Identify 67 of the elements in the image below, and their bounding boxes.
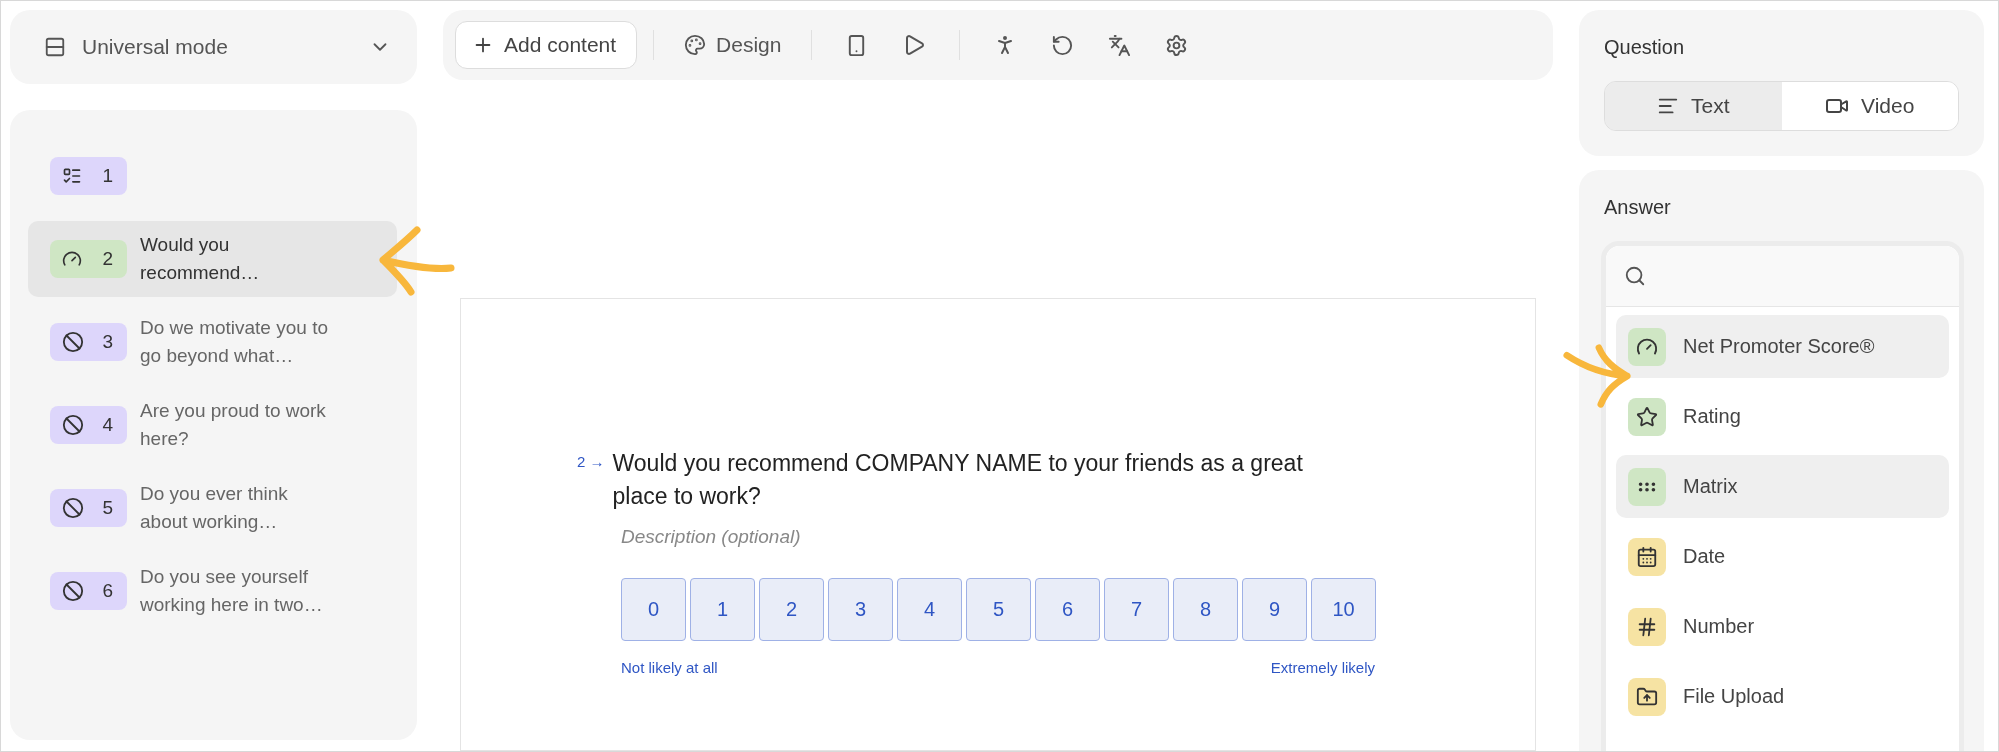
mode-select[interactable]: Universal mode xyxy=(10,10,417,84)
description-field[interactable]: Description (optional) xyxy=(621,525,1021,548)
question-item[interactable]: 4 Are you proud to work here? xyxy=(28,387,397,463)
question-number: 5 xyxy=(102,496,113,521)
type-label: Net Promoter Score® xyxy=(1683,335,1875,358)
type-tab[interactable]: Video xyxy=(1781,82,1958,130)
settings-icon xyxy=(1165,33,1189,57)
question-item[interactable]: 5 Do you ever think about working… xyxy=(28,470,397,546)
score-button[interactable]: 10 xyxy=(1311,577,1376,641)
design-button[interactable]: Design xyxy=(670,27,796,64)
palette-icon xyxy=(684,34,707,57)
high-label: Extremely likely xyxy=(1270,658,1375,676)
answer-type-item[interactable]: Matrix xyxy=(1616,455,1949,518)
type-label: Date xyxy=(1683,545,1726,568)
score-button[interactable]: 6 xyxy=(1035,577,1100,641)
question-number: 3 xyxy=(102,330,113,355)
hash-icon xyxy=(1636,615,1658,638)
rotate-icon xyxy=(1051,33,1075,57)
score-button[interactable]: 2 xyxy=(759,577,824,641)
type-label: Matrix xyxy=(1683,475,1738,498)
score-button[interactable]: 5 xyxy=(966,577,1031,641)
question-title: Would you recommend COMPANY NAME to your friends as a great place to work? xyxy=(612,449,1304,512)
mode-label: Universal mode xyxy=(82,35,229,59)
rows-icon xyxy=(44,36,66,58)
question-title: Do you see yourself working here in two… xyxy=(140,565,324,617)
type-label: Rating xyxy=(1683,405,1741,428)
question-title: Do we motivate you to go beyond what… xyxy=(140,316,328,368)
slashed-circle-icon xyxy=(62,331,84,353)
score-button[interactable]: 1 xyxy=(690,577,755,641)
search-field[interactable] xyxy=(1606,246,1959,307)
question-number: 1 xyxy=(102,164,113,189)
type-label: File Upload xyxy=(1683,685,1785,708)
score-button[interactable]: 8 xyxy=(1173,577,1238,641)
low-label: Not likely at all xyxy=(621,658,718,676)
question-item[interactable]: 6 Do you see yourself working here in two… xyxy=(28,553,397,629)
question-item[interactable]: 1 xyxy=(28,138,397,214)
score-button[interactable]: 4 xyxy=(897,577,962,641)
folder-upload-icon xyxy=(1636,685,1658,708)
gauge-icon xyxy=(62,249,82,269)
question-number: 2 xyxy=(102,247,113,272)
search-icon xyxy=(1624,265,1646,287)
translate-icon xyxy=(1108,33,1132,57)
type-label: Number xyxy=(1683,615,1755,638)
answer-type-item[interactable]: Net Promoter Score® xyxy=(1616,315,1949,378)
panel-title: Answer xyxy=(1604,196,1672,219)
question-number: 4 xyxy=(102,413,113,438)
slashed-circle-icon xyxy=(62,497,84,519)
question-number: 2 → xyxy=(577,453,605,471)
score-button[interactable]: 0 xyxy=(621,577,686,641)
question-title: Do you ever think about working… xyxy=(140,482,289,534)
star-icon xyxy=(1636,405,1658,428)
slashed-circle-icon xyxy=(62,580,84,602)
type-tab[interactable]: Text xyxy=(1605,82,1782,130)
list-icon xyxy=(62,166,82,186)
score-button[interactable]: 7 xyxy=(1104,577,1169,641)
score-button[interactable]: 9 xyxy=(1242,577,1307,641)
question-title: Would you recommend… xyxy=(140,233,261,285)
question-item[interactable]: 2 Would you recommend… xyxy=(28,221,397,297)
question-title: Are you proud to work here? xyxy=(140,399,327,451)
slashed-circle-icon xyxy=(62,414,84,436)
question-item[interactable]: 3 Do we motivate you to go beyond what… xyxy=(28,304,397,380)
annotation-arrow xyxy=(1563,343,1631,411)
calendar-icon xyxy=(1636,545,1658,568)
question-number: 6 xyxy=(102,579,113,604)
score-button[interactable]: 3 xyxy=(828,577,893,641)
add-content-button[interactable]: Add content xyxy=(455,21,638,70)
panel-title: Question xyxy=(1604,36,1686,59)
